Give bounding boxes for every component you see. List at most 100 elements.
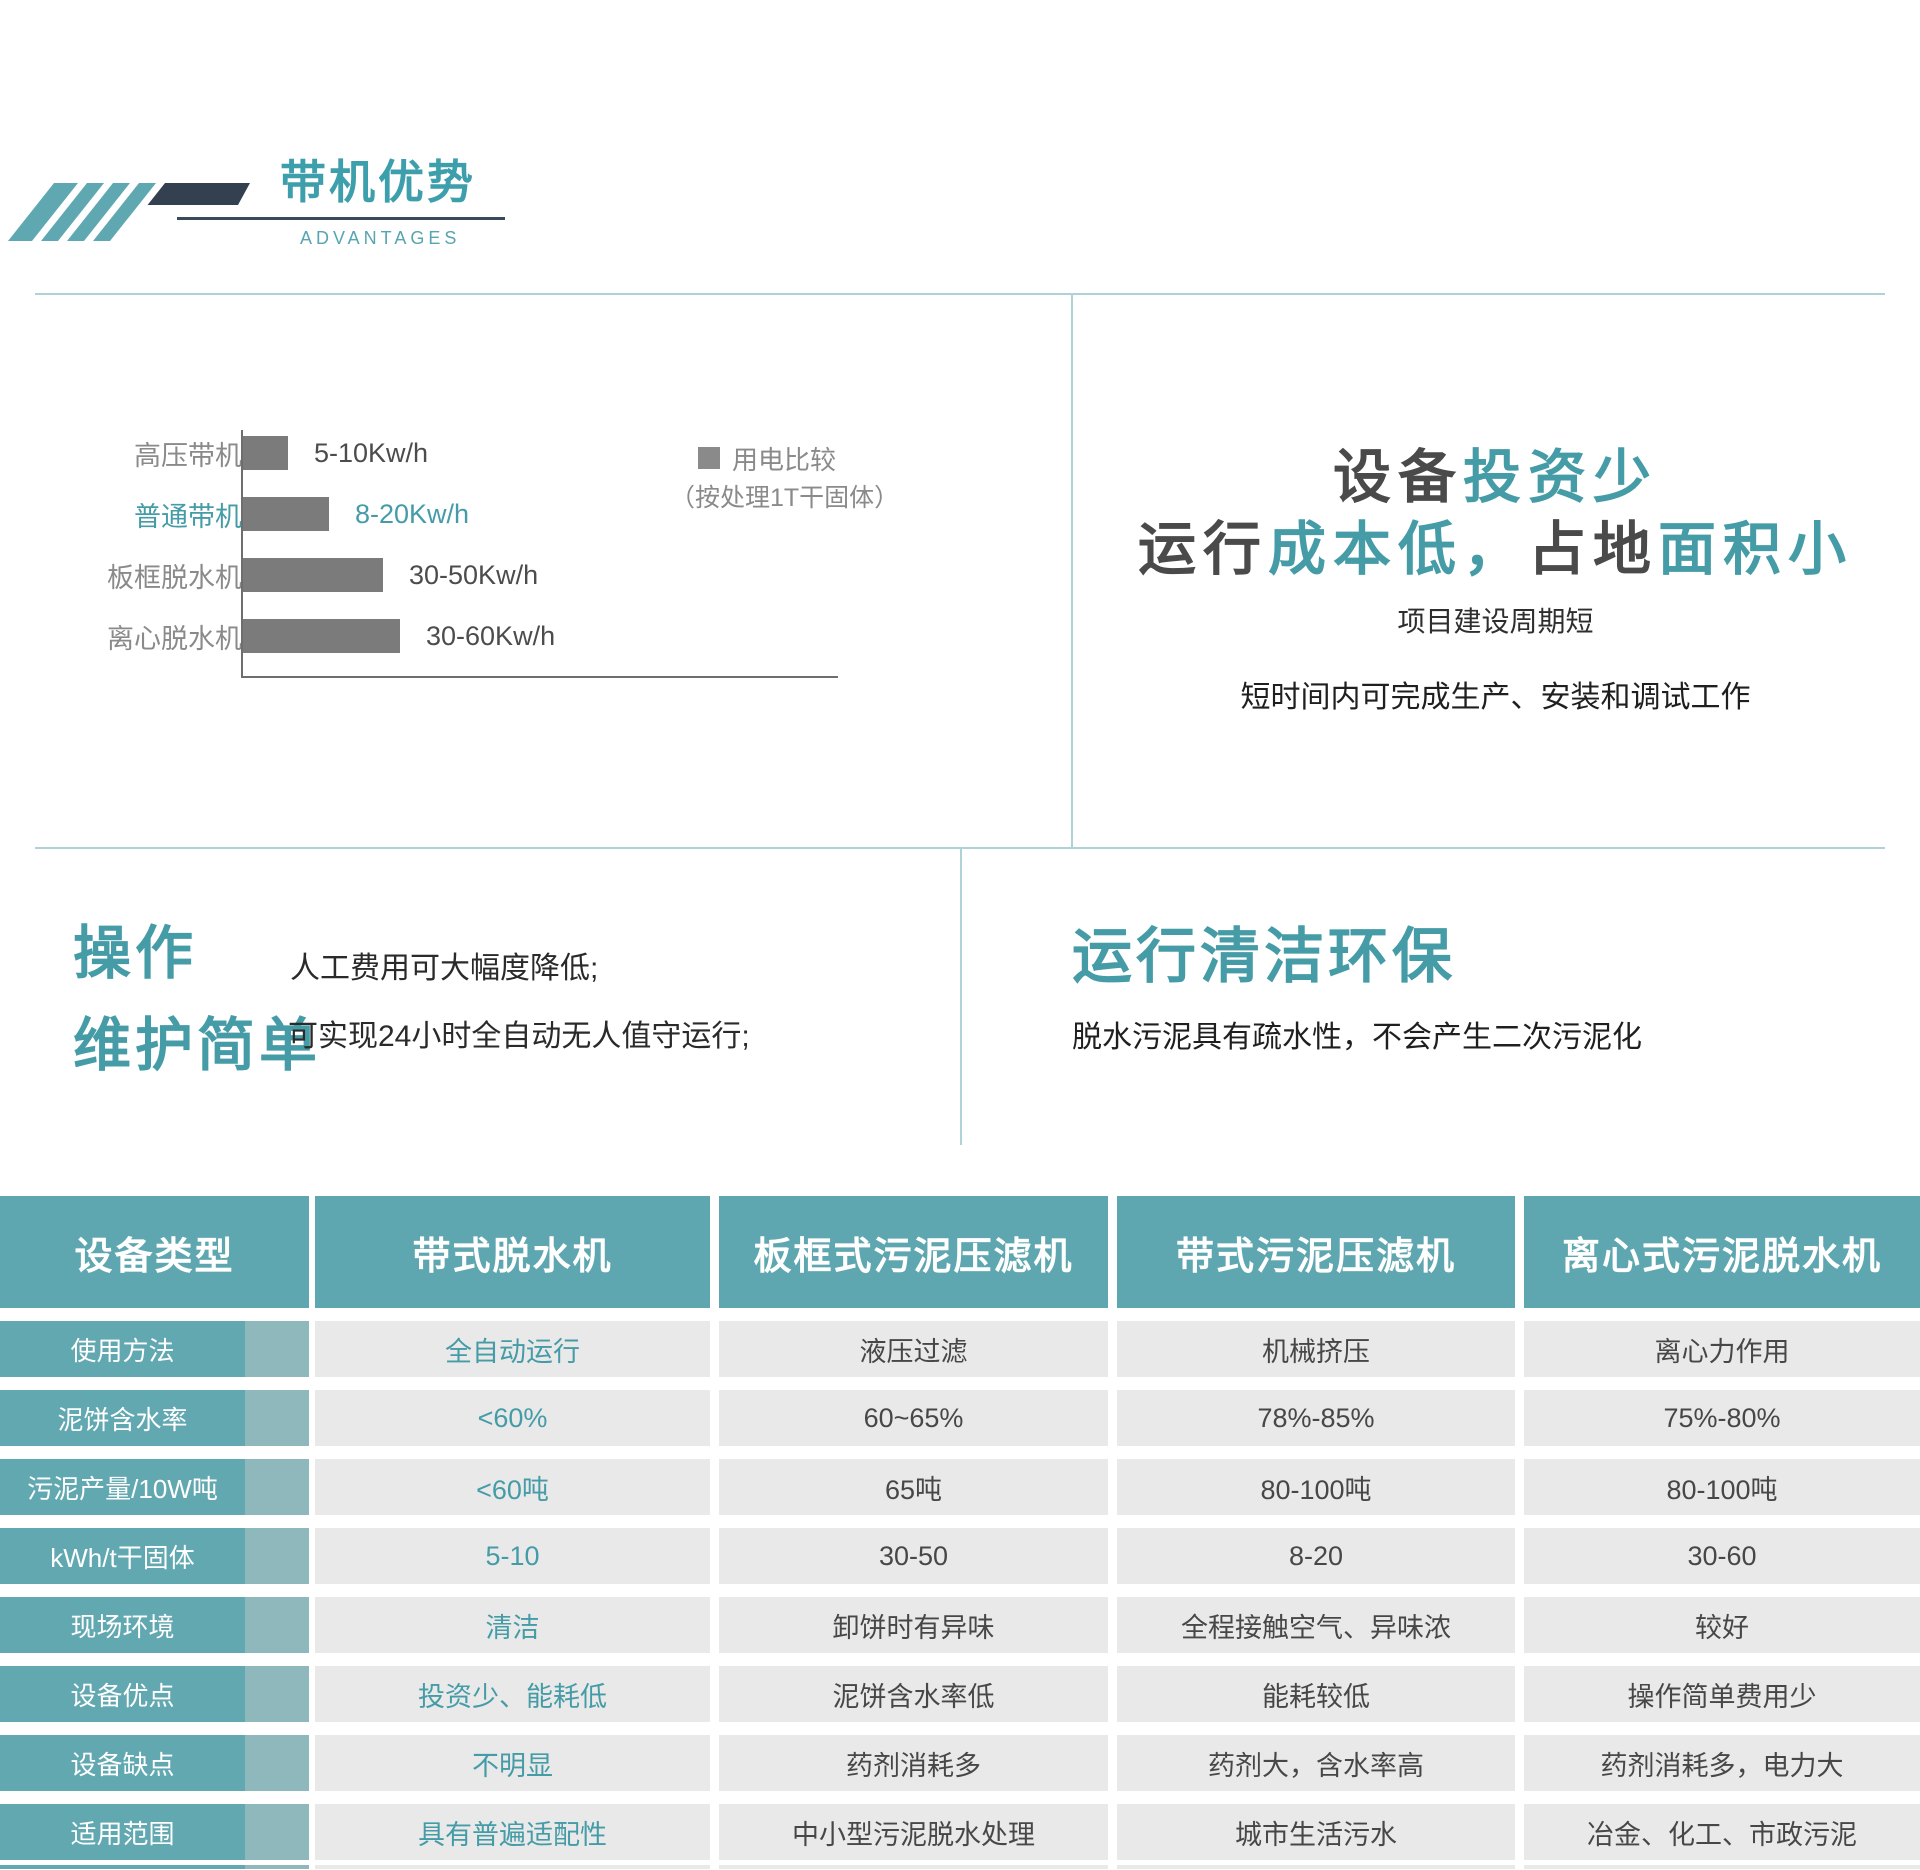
legend-square-icon [698, 447, 720, 469]
chart-value-label: 30-60Kw/h [426, 621, 555, 652]
table-cell: 投资少、能耗低 [315, 1666, 710, 1722]
row-label: 泥饼含水率 [0, 1390, 245, 1446]
chart-row: 离心脱水机 30-60Kw/h [40, 615, 555, 657]
table-cell: 泥饼含水率低 [719, 1666, 1108, 1722]
table-header-cell: 离心式污泥脱水机 [1524, 1196, 1920, 1308]
table-row: 污泥产量/10W吨<60吨65吨80-100吨80-100吨 [0, 1459, 1920, 1515]
divider-vertical-2 [960, 847, 962, 1145]
operate-title-line2: 维护简单 [73, 1000, 321, 1092]
table-cell: 药剂消耗多 [719, 1735, 1108, 1791]
row-label: 设备缺点 [0, 1735, 245, 1791]
table-cell: 中小型污泥脱水处理 [719, 1804, 1108, 1860]
row-label-accent [245, 1865, 309, 1869]
table-header-row: 设备类型带式脱水机板框式污泥压滤机带式污泥压滤机离心式污泥脱水机 [0, 1196, 1920, 1308]
table-cell: 城市生活污水 [1117, 1804, 1515, 1860]
table-cell: 能耗较低 [1117, 1666, 1515, 1722]
invest-segment: 占地 [1528, 517, 1658, 582]
chart-bar [242, 497, 329, 531]
row-label: 适用范围 [0, 1804, 245, 1860]
table-row: 设备缺点 不明显药剂消耗多药剂大，含水率高药剂消耗多，电力大 [0, 1735, 1920, 1791]
chart-category-label: 离心脱水机 [40, 617, 242, 656]
table-row-clipped [0, 1865, 1920, 1869]
table-cell: 60~65% [719, 1390, 1108, 1446]
operate-bullet-1: 人工费用可大幅度降低; [290, 943, 598, 987]
table-cell: 全程接触空气、异味浓 [1117, 1597, 1515, 1653]
row-label-accent [245, 1666, 309, 1722]
table-cell [1524, 1865, 1920, 1869]
table-header-cell: 带式污泥压滤机 [1117, 1196, 1515, 1308]
invest-segment: 投资少 [1463, 445, 1658, 510]
table-cell: 液压过滤 [719, 1321, 1108, 1377]
table-cell: 8-20 [1117, 1528, 1515, 1584]
chart-row: 普通带机 8-20Kw/h [40, 493, 555, 535]
table-cell: 具有普遍适配性 [315, 1804, 710, 1860]
table-cell: 全自动运行 [315, 1321, 710, 1377]
invest-segment: 运行 [1138, 517, 1268, 582]
row-label-accent [245, 1321, 309, 1377]
chart-bar [242, 619, 400, 653]
chart-value-label: 5-10Kw/h [314, 438, 428, 469]
table-cell [1117, 1865, 1515, 1869]
table-row: 适用范围具有普遍适配性中小型污泥脱水处理城市生活污水冶金、化工、市政污泥 [0, 1804, 1920, 1860]
legend-title: 用电比较 [732, 445, 836, 475]
table-cell: 65吨 [719, 1459, 1108, 1515]
table-cell: 较好 [1524, 1597, 1920, 1653]
comparison-table: 设备类型带式脱水机板框式污泥压滤机带式污泥压滤机离心式污泥脱水机 使用方法 全自动… [0, 1196, 1920, 1869]
invest-subtitle-2: 短时间内可完成生产、安装和调试工作 [1073, 672, 1918, 716]
invest-subtitle-1: 项目建设周期短 [1073, 600, 1918, 640]
chart-axis-vertical [241, 430, 243, 677]
table-cell: 80-100吨 [1117, 1459, 1515, 1515]
table-cell: 卸饼时有异味 [719, 1597, 1108, 1653]
slide-canvas: 带机优势 ADVANTAGES 高压带机5-10Kw/h普通带机8-20Kw/h… [0, 0, 1920, 1870]
chart-category-label: 普通带机 [40, 495, 242, 534]
table-cell: 清洁 [315, 1597, 710, 1653]
operate-bullet-2: 可实现24小时全自动无人值守运行; [288, 1011, 750, 1055]
table-cell: 5-10 [315, 1528, 710, 1584]
chart-row: 板框脱水机30-50Kw/h [40, 554, 555, 596]
table-header-cell: 板框式污泥压滤机 [719, 1196, 1108, 1308]
chart-value-label: 8-20Kw/h [355, 499, 469, 530]
table-row: 泥饼含水率<60%60~65%78%-85%75%-80% [0, 1390, 1920, 1446]
table-cell: <60% [315, 1390, 710, 1446]
table-row: 设备优点投资少、能耗低泥饼含水率低能耗较低操作简单费用少 [0, 1666, 1920, 1722]
invest-segment: 成本低， [1268, 517, 1528, 582]
power-chart-rows: 高压带机 5-10Kw/h 普通带机 8-20Kw/h 板框脱水机30-50Kw/h 离心… [40, 432, 555, 676]
invest-title-line2: 运行成本低，占地面积小 [1073, 502, 1918, 586]
chart-bar [242, 436, 288, 470]
table-cell: 机械挤压 [1117, 1321, 1515, 1377]
table-cell: 30-50 [719, 1528, 1108, 1584]
chart-legend-note: （按处理1T干固体） [670, 478, 899, 514]
table-header-cell: 设备类型 [0, 1196, 309, 1308]
chart-bar [242, 558, 383, 592]
table-cell: 药剂大，含水率高 [1117, 1735, 1515, 1791]
table-cell: 离心力作用 [1524, 1321, 1920, 1377]
row-label [0, 1865, 245, 1869]
chart-row: 高压带机 5-10Kw/h [40, 432, 555, 474]
table-cell: 80-100吨 [1524, 1459, 1920, 1515]
table-cell [315, 1865, 710, 1869]
table-row: 现场环境清洁卸饼时有异味全程接触空气、异味浓较好 [0, 1597, 1920, 1653]
table-cell: 不明显 [315, 1735, 710, 1791]
table-cell: 30-60 [1524, 1528, 1920, 1584]
table-cell: 操作简单费用少 [1524, 1666, 1920, 1722]
chart-legend: 用电比较 [698, 440, 836, 477]
table-cell: <60吨 [315, 1459, 710, 1515]
operate-title-line1: 操作 [73, 908, 321, 1000]
operate-title: 操作 维护简单 [73, 908, 321, 1092]
chart-category-label: 高压带机 [40, 434, 242, 473]
table-cell: 药剂消耗多，电力大 [1524, 1735, 1920, 1791]
table-header-cell: 带式脱水机 [315, 1196, 710, 1308]
row-label-accent [245, 1597, 309, 1653]
table-cell: 75%-80% [1524, 1390, 1920, 1446]
invest-segment: 设备 [1333, 445, 1463, 510]
row-label: 污泥产量/10W吨 [0, 1459, 245, 1515]
clean-title: 运行清洁环保 [1072, 908, 1456, 995]
invest-segment: 面积小 [1658, 517, 1853, 582]
chart-category-label: 板框脱水机 [40, 556, 242, 595]
ribbon-decoration [8, 183, 258, 241]
row-label: 使用方法 [0, 1321, 245, 1377]
row-label-accent [245, 1735, 309, 1791]
table-row: kWh/t干固体5-1030-508-2030-60 [0, 1528, 1920, 1584]
table-cell [719, 1865, 1108, 1869]
row-label-accent [245, 1528, 309, 1584]
